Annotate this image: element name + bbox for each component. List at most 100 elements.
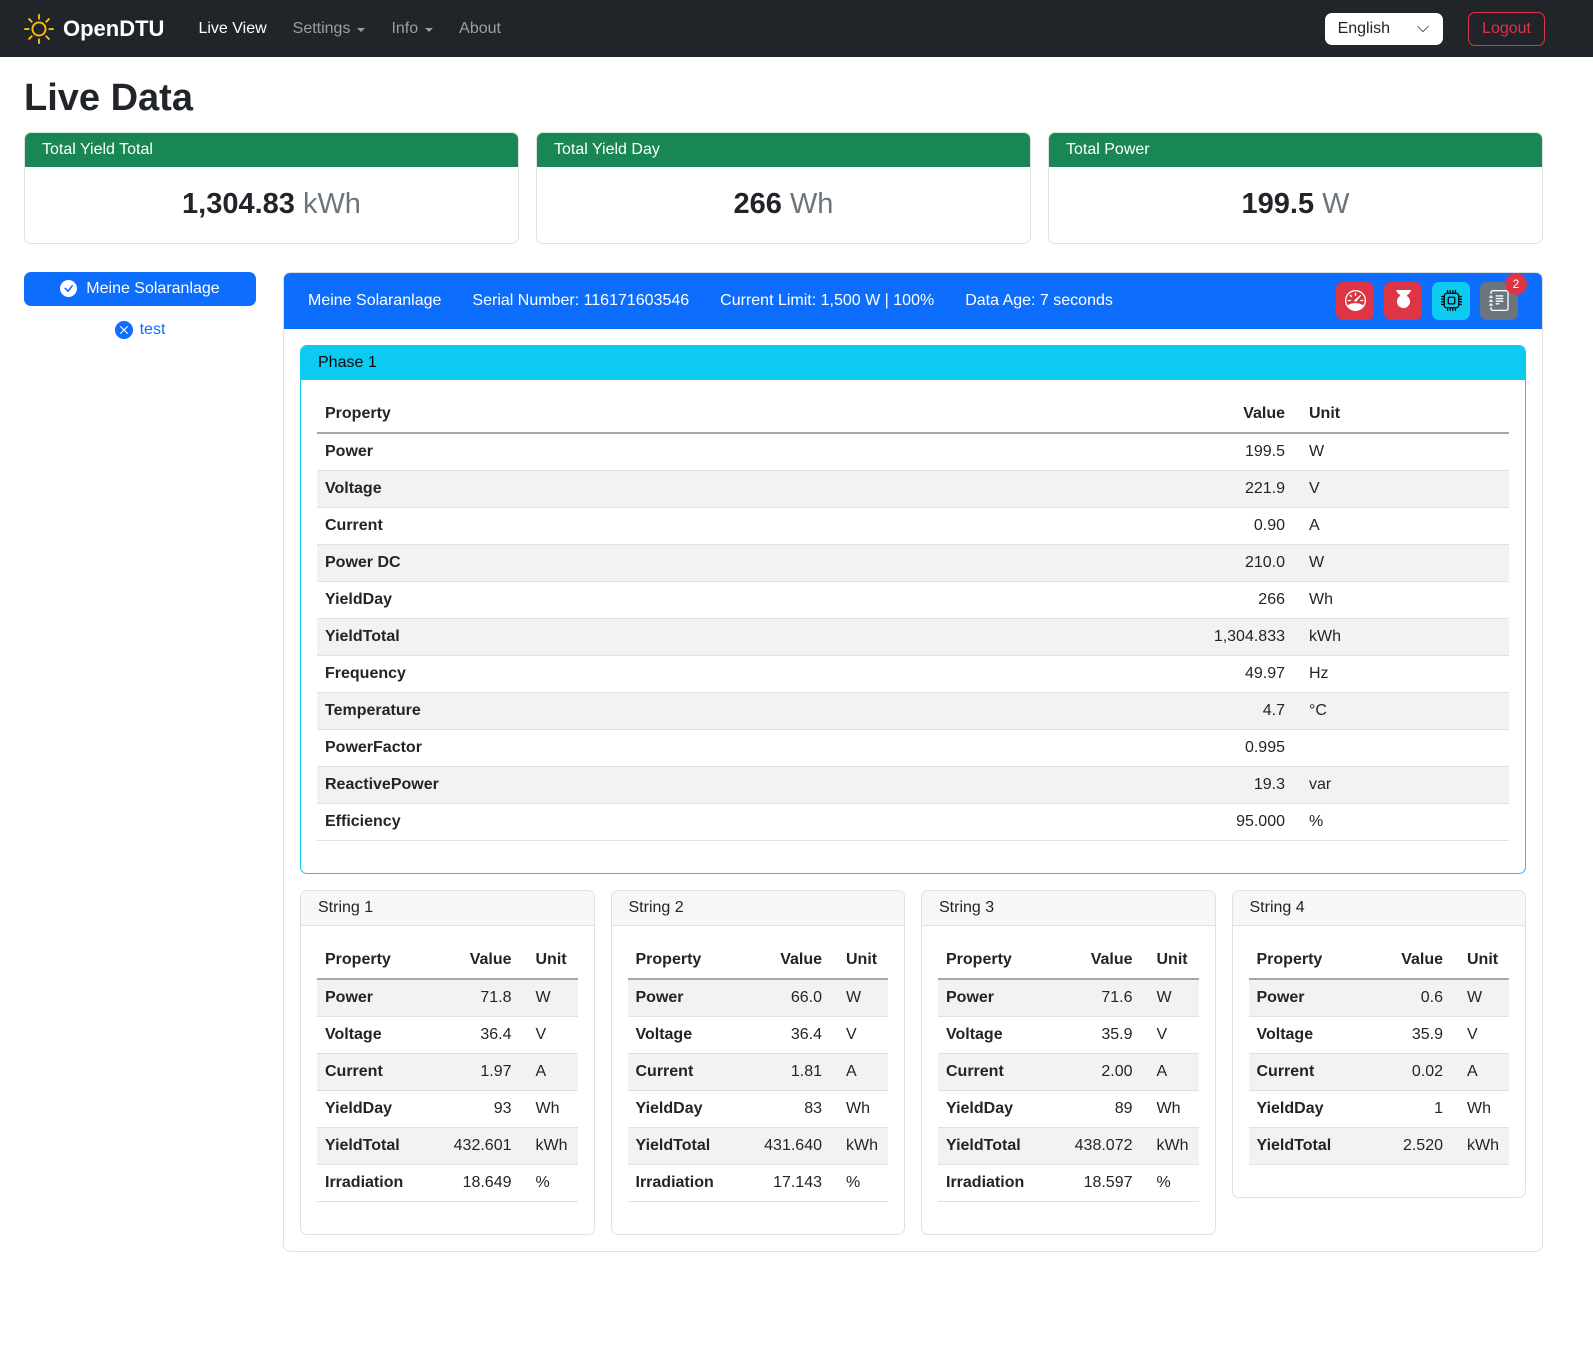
property-unit: Wh xyxy=(830,1090,888,1127)
property-unit: V xyxy=(1141,1016,1199,1053)
string-table-head: Property Value Unit xyxy=(317,942,578,979)
property-name: Irradiation xyxy=(938,1164,1065,1201)
column-value: Value xyxy=(444,942,520,979)
inverter-panel: Meine Solaranlage Serial Number: 1161716… xyxy=(283,272,1543,1252)
property-value: 17.143 xyxy=(754,1164,830,1201)
summary-card-body: 266Wh xyxy=(537,167,1030,243)
inverter-select-label: Meine Solaranlage xyxy=(86,280,219,298)
string-card-body: Property Value Unit Power xyxy=(1233,926,1526,1197)
string-table-head: Property Value Unit xyxy=(938,942,1199,979)
summary-value: 1,304.83 xyxy=(182,188,295,220)
property-value: 0.995 xyxy=(1173,729,1293,766)
property-unit: W xyxy=(520,979,578,1017)
property-value: 36.4 xyxy=(754,1016,830,1053)
property-value: 0.6 xyxy=(1375,979,1451,1017)
sun-icon xyxy=(24,14,54,44)
property-value: 438.072 xyxy=(1065,1127,1141,1164)
property-unit: Wh xyxy=(1293,581,1509,618)
property-name: YieldDay xyxy=(1249,1090,1376,1127)
property-unit: A xyxy=(1451,1053,1509,1090)
property-name: Current xyxy=(1249,1053,1376,1090)
column-unit: Unit xyxy=(1293,396,1509,433)
property-value: 83 xyxy=(754,1090,830,1127)
property-unit: W xyxy=(1451,979,1509,1017)
table-row: Power 0.6 W xyxy=(1249,979,1510,1017)
table-row: YieldDay 89 Wh xyxy=(938,1090,1199,1127)
property-value: 49.97 xyxy=(1173,655,1293,692)
brand[interactable]: OpenDTU xyxy=(24,14,164,44)
property-value: 18.649 xyxy=(444,1164,520,1201)
string-table: Property Value Unit Power xyxy=(628,942,889,1202)
summary-value: 199.5 xyxy=(1242,188,1315,220)
property-name: Current xyxy=(317,1053,444,1090)
column-unit: Unit xyxy=(830,942,888,979)
table-row: Current 0.02 A xyxy=(1249,1053,1510,1090)
table-row: YieldDay 266 Wh xyxy=(317,581,1509,618)
nav-label: Info xyxy=(391,20,418,38)
property-unit: W xyxy=(1293,544,1509,581)
table-row: YieldTotal 1,304.833 kWh xyxy=(317,618,1509,655)
phase-card-title: Phase 1 xyxy=(301,346,1525,380)
property-unit: kWh xyxy=(520,1127,578,1164)
summary-card-total-yield-total: Total Yield Total 1,304.83kWh xyxy=(24,132,519,244)
table-row: Power 71.8 W xyxy=(317,979,578,1017)
string-card-body: Property Value Unit Power xyxy=(922,926,1215,1234)
table-row: Voltage 35.9 V xyxy=(938,1016,1199,1053)
nav-item-live-view[interactable]: Live View xyxy=(190,12,274,46)
language-select[interactable]: English xyxy=(1325,13,1443,45)
string-card-body: Property Value Unit Power xyxy=(612,926,905,1234)
table-row: YieldTotal 432.601 kWh xyxy=(317,1127,578,1164)
property-value: 35.9 xyxy=(1065,1016,1141,1053)
power-button[interactable] xyxy=(1384,282,1422,320)
summary-card-body: 1,304.83kWh xyxy=(25,167,518,243)
property-name: YieldTotal xyxy=(938,1127,1065,1164)
property-unit: Hz xyxy=(1293,655,1509,692)
nav-item-about[interactable]: About xyxy=(451,12,509,46)
property-unit: var xyxy=(1293,766,1509,803)
property-unit: kWh xyxy=(1451,1127,1509,1164)
property-name: Current xyxy=(938,1053,1065,1090)
property-unit: W xyxy=(830,979,888,1017)
phase-card-body: Property Value Unit Power xyxy=(301,380,1525,873)
property-name: Power xyxy=(317,979,444,1017)
string-table: Property Value Unit Power xyxy=(317,942,578,1202)
chevron-down-icon xyxy=(425,28,433,32)
inverter-select-button[interactable]: Meine Solaranlage xyxy=(24,272,256,306)
string-card-title: String 1 xyxy=(301,891,594,926)
inverter-item-test[interactable]: test xyxy=(24,321,256,339)
property-unit: W xyxy=(1293,433,1509,471)
nav-item-info[interactable]: Info xyxy=(383,12,441,46)
logout-button[interactable]: Logout xyxy=(1468,12,1545,46)
string-table-body: Power 66.0 W Voltage 36.4 V xyxy=(628,979,889,1202)
property-value: 266 xyxy=(1173,581,1293,618)
property-unit: °C xyxy=(1293,692,1509,729)
property-name: YieldDay xyxy=(628,1090,755,1127)
limit-settings-button[interactable] xyxy=(1336,282,1374,320)
speedometer-icon xyxy=(1345,290,1366,311)
property-unit: V xyxy=(830,1016,888,1053)
property-name: YieldTotal xyxy=(317,618,1173,655)
property-unit: % xyxy=(1141,1164,1199,1201)
device-info-button[interactable] xyxy=(1432,282,1470,320)
table-row: YieldDay 93 Wh xyxy=(317,1090,578,1127)
inverter-limit: Current Limit: 1,500 W | 100% xyxy=(720,292,934,310)
string-table-head: Property Value Unit xyxy=(1249,942,1510,979)
table-row: Voltage 35.9 V xyxy=(1249,1016,1510,1053)
property-name: PowerFactor xyxy=(317,729,1173,766)
table-header-row: Property Value Unit xyxy=(938,942,1199,979)
event-log-button[interactable]: 2 xyxy=(1480,282,1518,320)
cpu-icon xyxy=(1441,290,1462,311)
property-name: Current xyxy=(628,1053,755,1090)
string-table-body: Power 0.6 W Voltage 35.9 V xyxy=(1249,979,1510,1165)
nav-item-settings[interactable]: Settings xyxy=(285,12,374,46)
property-unit: % xyxy=(830,1164,888,1201)
navbar: OpenDTU Live View Settings Info About En… xyxy=(0,0,1593,57)
property-name: Voltage xyxy=(317,1016,444,1053)
column-property: Property xyxy=(628,942,755,979)
string-table-head: Property Value Unit xyxy=(628,942,889,979)
table-header-row: Property Value Unit xyxy=(628,942,889,979)
property-value: 199.5 xyxy=(1173,433,1293,471)
table-row: Efficiency 95.000 % xyxy=(317,803,1509,840)
summary-value: 266 xyxy=(734,188,782,220)
table-header-row: Property Value Unit xyxy=(317,942,578,979)
